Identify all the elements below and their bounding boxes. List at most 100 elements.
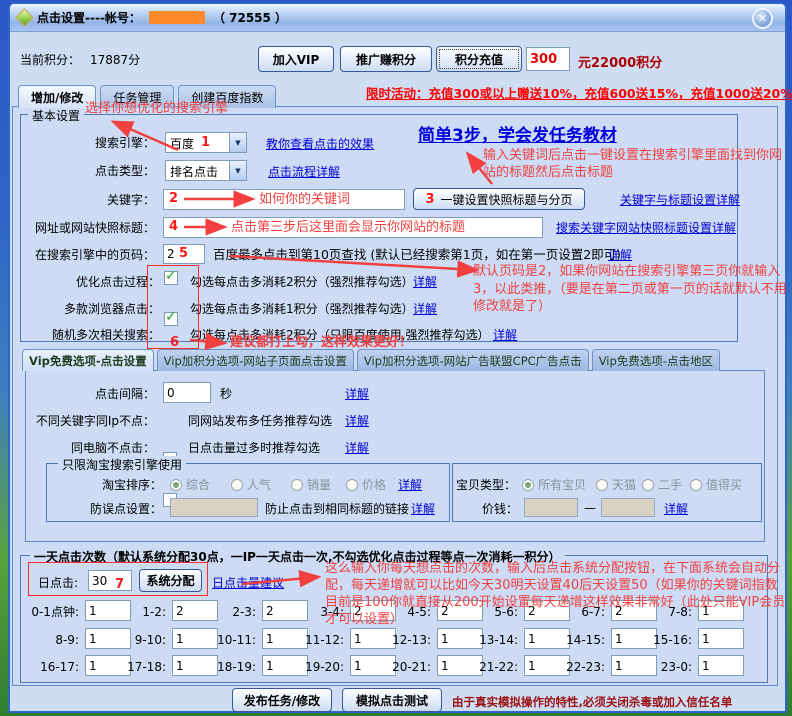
hour-label: 8-9: bbox=[13, 632, 79, 648]
radio-icon bbox=[522, 479, 534, 491]
snapshot-title-help-link[interactable]: 搜索关键字网站快照标题设置详解 bbox=[556, 220, 736, 236]
random-search-label: 随机多次相关搜索： bbox=[28, 327, 160, 343]
click-type-select[interactable]: 排名点击 ▼ bbox=[165, 160, 247, 181]
hour-label: 2-3: bbox=[190, 604, 256, 620]
misclick-help-link[interactable]: 详解 bbox=[411, 501, 435, 517]
price-max-input bbox=[601, 498, 655, 517]
price-min-input bbox=[524, 498, 578, 517]
hour-input[interactable] bbox=[698, 628, 744, 649]
hour-label: 1-2: bbox=[100, 604, 166, 620]
radio-type-worth[interactable]: 值得买 bbox=[690, 476, 742, 493]
optimize-click-note: 勾选每点击多消耗2积分（强烈推荐勾选） bbox=[190, 274, 414, 290]
page-number-help-link[interactable]: 详解 bbox=[608, 247, 632, 263]
radio-dot bbox=[173, 482, 179, 488]
hour-label: 4-5: bbox=[365, 604, 431, 620]
click-interval-input[interactable] bbox=[163, 382, 211, 403]
page-number-note: 百度最多点击到第10页查找 (默认已经搜索第1页，如在第一页设置2即可) bbox=[213, 247, 621, 263]
hour-input[interactable] bbox=[698, 600, 744, 621]
radio-type-used[interactable]: 二手 bbox=[642, 476, 682, 493]
window-titlebar: 点击设置----帐号： （ 72555 ） bbox=[10, 4, 785, 32]
hour-input[interactable] bbox=[698, 655, 744, 676]
diff-keyword-ip-note: 同网站发布多任务推荐勾选 bbox=[188, 413, 332, 429]
misclick-input bbox=[170, 498, 258, 517]
vip-tab-cpc-ads[interactable]: Vip加积分选项-网站广告联盟CPC广告点击 bbox=[357, 349, 589, 371]
click-interval-help-link[interactable]: 详解 bbox=[345, 386, 369, 402]
keyword-title-help-link[interactable]: 关键字与标题设置详解 bbox=[620, 192, 740, 208]
vip-tab-click-settings[interactable]: Vip免费选项-点击设置 bbox=[22, 349, 154, 371]
one-key-setup-button[interactable]: 3 一键设置快照标题与分页 bbox=[413, 188, 585, 210]
taobao-only-legend: 只限淘宝搜索引擎使用 bbox=[58, 456, 186, 473]
same-pc-help-link[interactable]: 详解 bbox=[345, 440, 369, 456]
chevron-down-icon[interactable]: ▼ bbox=[229, 161, 246, 180]
join-vip-button[interactable]: 加入VIP bbox=[258, 46, 334, 72]
hint-check-all: 建议都打上勾，这样效果更好！ bbox=[230, 334, 412, 351]
simulate-click-button[interactable]: 模拟点击测试 bbox=[342, 688, 442, 712]
hint-page-number: 默认页码是2，如果你网站在搜索引擎第三页你就输入3，以此类推，（要是在第二页或第… bbox=[473, 263, 791, 316]
optimize-click-help-link[interactable]: 详解 bbox=[413, 274, 437, 290]
vip-tab-click-region[interactable]: Vip免费选项-点击地区 bbox=[592, 349, 720, 371]
radio-sort-jiage-label: 价格 bbox=[362, 476, 386, 493]
radio-sort-renqi[interactable]: 人气 bbox=[231, 476, 271, 493]
step-2-marker: 2 bbox=[169, 191, 178, 206]
recharge-amount-input[interactable] bbox=[526, 47, 570, 71]
radio-sort-xiaoliang[interactable]: 销量 bbox=[291, 476, 331, 493]
step-7-marker: 7 bbox=[115, 577, 124, 592]
radio-type-all-label: 所有宝贝 bbox=[538, 476, 586, 493]
keyword-label: 关键字： bbox=[28, 192, 155, 208]
radio-dot bbox=[525, 482, 531, 488]
search-engine-label: 搜索引擎： bbox=[28, 135, 155, 151]
hour-label: 5-6: bbox=[452, 604, 518, 620]
hour-label: 0-1点钟: bbox=[13, 604, 79, 620]
multi-browser-label: 多款浏览器点击： bbox=[28, 301, 160, 317]
price-help-link[interactable]: 详解 bbox=[664, 501, 688, 517]
radio-icon bbox=[291, 479, 303, 491]
window-title: 点击设置----帐号： bbox=[37, 9, 141, 26]
search-engine-value: 百度 bbox=[166, 133, 229, 152]
diff-keyword-ip-label: 不同关键字同Ip不点： bbox=[25, 413, 155, 429]
promote-earn-button[interactable]: 推广赚积分 bbox=[340, 46, 432, 72]
promo-banner: 限时活动：充值300或以上赠送10%，充值600送15%，充值1000送20% bbox=[366, 83, 792, 102]
hour-label: 12-13: bbox=[365, 632, 431, 648]
radio-icon bbox=[596, 479, 608, 491]
radio-sort-zonghe[interactable]: 综合 bbox=[170, 476, 210, 493]
hour-label: 23-0: bbox=[626, 659, 692, 675]
radio-type-worth-label: 值得买 bbox=[706, 476, 742, 493]
click-flow-link[interactable]: 点击流程详解 bbox=[268, 164, 340, 180]
radio-sort-jiage[interactable]: 价格 bbox=[346, 476, 386, 493]
hour-label: 17-18: bbox=[100, 659, 166, 675]
hour-label: 10-11: bbox=[190, 632, 256, 648]
hint-url: 点击第三步后这里面会显示你网站的标题 bbox=[231, 219, 465, 236]
page-number-label: 在搜索引擎中的页码： bbox=[28, 247, 155, 263]
click-interval-unit: 秒 bbox=[220, 386, 232, 402]
multi-browser-note: 勾选每点击多消耗1积分（强烈推荐勾选） bbox=[190, 301, 414, 317]
diff-keyword-ip-help-link[interactable]: 详解 bbox=[345, 413, 369, 429]
view-effect-link[interactable]: 教你查看点击的效果 bbox=[266, 136, 374, 152]
radio-icon bbox=[690, 479, 702, 491]
radio-type-tmall[interactable]: 天猫 bbox=[596, 476, 636, 493]
close-button[interactable]: ✕ bbox=[752, 8, 773, 29]
recharge-button[interactable]: 积分充值 bbox=[436, 46, 522, 72]
random-search-help-link[interactable]: 详解 bbox=[493, 327, 517, 343]
radio-icon bbox=[170, 479, 182, 491]
radio-icon bbox=[346, 479, 358, 491]
hour-label: 3-4: bbox=[278, 604, 344, 620]
radio-icon bbox=[642, 479, 654, 491]
step-3-marker: 3 bbox=[425, 192, 434, 207]
taobao-sort-label: 淘宝排序： bbox=[62, 477, 162, 493]
hint-choose-engine: 选择你想优化的搜索引擎 bbox=[85, 100, 228, 117]
radio-type-all[interactable]: 所有宝贝 bbox=[522, 476, 586, 493]
same-pc-note: 日点击量过多时推荐勾选 bbox=[188, 440, 320, 456]
hint-keyword: 如何你的关键词 bbox=[259, 191, 350, 208]
publish-task-button[interactable]: 发布任务/修改 bbox=[232, 688, 332, 712]
chevron-down-icon[interactable]: ▼ bbox=[229, 133, 246, 152]
misclick-label: 防误点设置： bbox=[62, 501, 162, 517]
radio-sort-renqi-label: 人气 bbox=[247, 476, 271, 493]
hour-label: 11-12: bbox=[278, 632, 344, 648]
click-type-value: 排名点击 bbox=[166, 161, 229, 180]
vip-tab-subpage-click[interactable]: Vip加积分选项-网站子页面点击设置 bbox=[157, 349, 354, 371]
hour-label: 19-20: bbox=[278, 659, 344, 675]
taobao-sort-help-link[interactable]: 详解 bbox=[398, 477, 422, 493]
tutorial-link[interactable]: 简单3步，学会发任务教材 bbox=[418, 121, 617, 146]
multi-browser-help-link[interactable]: 详解 bbox=[413, 301, 437, 317]
daily-suggest-link[interactable]: 日点击量建议 bbox=[212, 575, 284, 591]
